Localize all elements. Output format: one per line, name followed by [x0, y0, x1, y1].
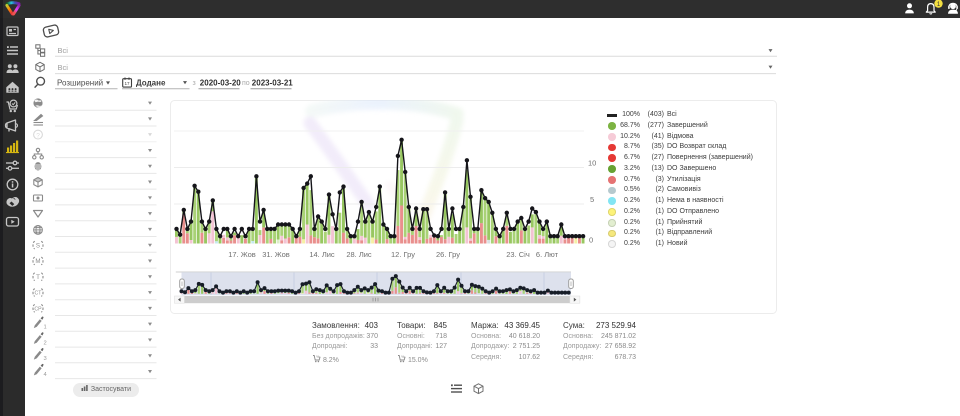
svg-text:5: 5	[590, 195, 594, 204]
svg-text:17. Жов: 17. Жов	[228, 250, 256, 259]
svg-text:Додане: Додане	[136, 78, 166, 87]
svg-text:з: з	[193, 80, 196, 87]
svg-text:S: S	[36, 242, 40, 249]
svg-text:28. Лис: 28. Лис	[346, 250, 372, 259]
svg-text:2020-03-20: 2020-03-20	[200, 78, 241, 87]
svg-text:%: %	[316, 354, 320, 359]
svg-text:6. Лют: 6. Лют	[536, 250, 559, 259]
svg-text:23. Січ: 23. Січ	[506, 250, 530, 259]
svg-text:%: %	[401, 354, 405, 359]
svg-text:3: 3	[44, 356, 47, 362]
svg-text:CP: CP	[34, 307, 42, 313]
svg-text:12. Гру: 12. Гру	[391, 250, 415, 259]
svg-text:4: 4	[44, 372, 48, 378]
svg-text:10: 10	[588, 159, 596, 168]
svg-text:26. Гру: 26. Гру	[436, 250, 460, 259]
svg-text:по: по	[242, 80, 250, 87]
svg-text:M: M	[35, 258, 40, 265]
svg-text:31. Жов: 31. Жов	[262, 250, 290, 259]
svg-text:1: 1	[44, 325, 47, 331]
svg-text:?: ?	[36, 132, 40, 139]
svg-text:0: 0	[589, 236, 593, 245]
svg-text:Всі: Всі	[58, 63, 69, 72]
svg-text:14. Лис: 14. Лис	[309, 250, 335, 259]
svg-text:17: 17	[124, 81, 130, 86]
svg-text:Всі: Всі	[58, 46, 69, 55]
svg-text:2: 2	[44, 341, 47, 347]
svg-text:T: T	[36, 274, 40, 281]
svg-text:Розширений: Розширений	[57, 78, 103, 87]
svg-text:2023-03-21: 2023-03-21	[252, 78, 293, 87]
